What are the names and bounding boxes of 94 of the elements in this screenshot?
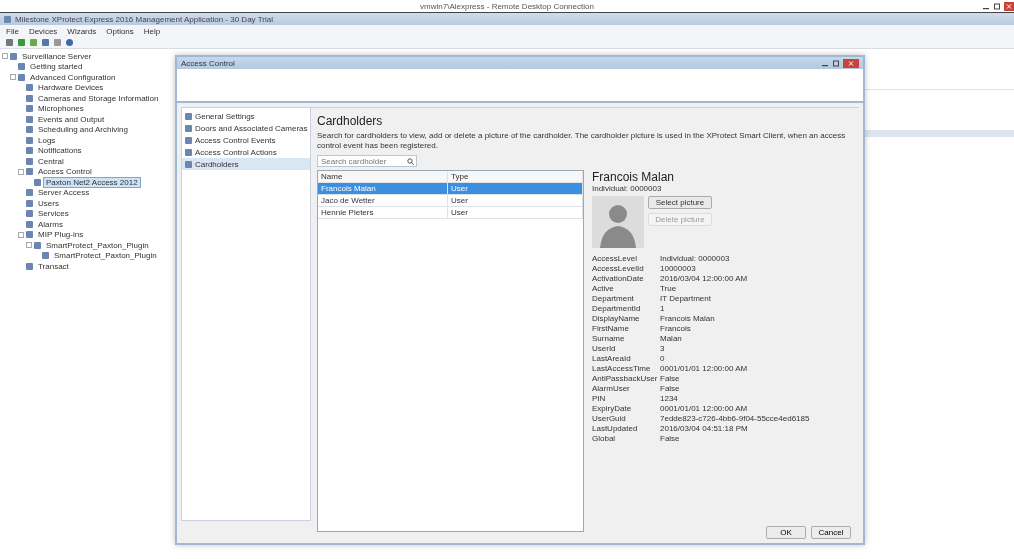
property-name: AccessLevelId (592, 264, 645, 273)
person-silhouette-icon (592, 196, 644, 248)
menu-item[interactable]: File (6, 26, 19, 36)
property-value: 10000003 (660, 264, 697, 273)
property-value: 1234 (660, 394, 679, 403)
property-name: DisplayName (592, 314, 641, 323)
tree-item[interactable]: Scheduling and Archiving (35, 124, 131, 136)
dialog-button[interactable]: OK (766, 525, 806, 539)
table-row[interactable]: Hennie Pieters User (318, 207, 583, 219)
property-name: UserId (592, 344, 617, 353)
property-name: DepartmentId (592, 304, 642, 313)
menu-item[interactable]: Devices (28, 26, 58, 36)
nav-item[interactable]: General Settings (182, 110, 310, 122)
tree-item[interactable]: Events and Output (35, 113, 108, 125)
column-header[interactable]: Name (318, 171, 448, 182)
property-value: 0001/01/01 12:00:00 AM (660, 364, 749, 373)
property-value: Malan (660, 334, 683, 343)
property-name: Active (592, 284, 615, 293)
dialog-title: Access Control (181, 58, 235, 68)
property-value: 1 (660, 304, 666, 313)
close-icon[interactable] (1004, 1, 1014, 11)
tree-item[interactable]: Central (35, 155, 67, 167)
property-value: Francois Malan (660, 314, 716, 323)
table-row[interactable]: Jaco de Wetter User (318, 195, 583, 207)
tree-item[interactable]: Advanced Configuration (27, 71, 119, 83)
tree-item[interactable]: Services (35, 208, 72, 220)
property-name: Surname (592, 334, 626, 343)
property-name: LastAreaId (592, 354, 632, 363)
tree-item[interactable]: Logs (35, 134, 59, 146)
nav-item[interactable]: Access Control Actions (182, 146, 310, 158)
property-value: Francois (660, 324, 692, 333)
property-value: IT Department (660, 294, 712, 303)
app-title: Milestone XProtect Express 2016 Management Application - 30 Day Trial (15, 14, 273, 24)
close-icon[interactable] (843, 58, 859, 68)
tree-item[interactable]: Paxton Net2 Access 2012 (43, 176, 141, 188)
dialog-button[interactable]: Cancel (811, 525, 851, 539)
menu-item[interactable]: Options (106, 26, 134, 36)
tree-item[interactable]: Transact (35, 260, 72, 272)
search-icon (407, 157, 414, 165)
nav-item[interactable]: Access Control Events (182, 134, 310, 146)
window-title: vmwin7\Alexpress - Remote Desktop Connection (420, 1, 594, 11)
property-name: ExpiryDate (592, 404, 633, 413)
property-value: False (660, 374, 681, 383)
tree-item[interactable]: Alarms (35, 218, 66, 230)
tree-item[interactable]: SmartProtect_Paxton_Plugin (43, 239, 152, 251)
property-value: 2016/03/04 12:00:00 AM (660, 274, 749, 283)
property-value: 7edde823-c726-4bb6-9f04-55cce4ed6185 (660, 414, 810, 423)
description-text: Search for cardholders to view, add or delete a picture of the cardholder. The cardholder picture is used in the XProtect Smart Client, when an access control event has been registered. (317, 131, 847, 151)
cardholder-subtitle: Individual: 0000003 (592, 184, 663, 193)
expander-icon[interactable] (10, 74, 16, 81)
tree-item[interactable]: Getting started (27, 61, 86, 73)
maximize-icon[interactable] (832, 58, 840, 68)
column-header[interactable]: Type (448, 171, 583, 182)
property-name: ActivationDate (592, 274, 645, 283)
property-name: PIN (592, 394, 607, 403)
property-value: Individual: 0000003 (660, 254, 731, 263)
tree-item[interactable]: Access Control (35, 166, 95, 178)
tree-item[interactable]: Server Access (35, 187, 93, 199)
property-value: 0 (660, 354, 666, 363)
app-icon (4, 15, 11, 23)
property-name: AntiPassbackUser (592, 374, 659, 383)
maximize-icon[interactable] (993, 1, 1001, 11)
nav-item[interactable]: Doors and Associated Cameras (182, 122, 310, 134)
tree-item[interactable]: Hardware Devices (35, 82, 107, 94)
property-name: LastAccessTime (592, 364, 652, 373)
property-value: False (660, 434, 681, 443)
property-name: Global (592, 434, 617, 443)
property-value: 0001/01/01 12:00:00 AM (660, 404, 749, 413)
property-name: LastUpdated (592, 424, 639, 433)
menu-item[interactable]: Wizards (67, 26, 97, 36)
property-name: AccessLevel (592, 254, 638, 263)
tree-item[interactable]: Surveillance Server (19, 50, 95, 62)
search-field[interactable]: Search cardholder (317, 155, 417, 167)
property-name: Department (592, 294, 635, 303)
property-value: 3 (660, 344, 666, 353)
tree-item[interactable]: MIP Plug-ins (35, 229, 87, 241)
nav-item[interactable]: Cardholders (182, 158, 310, 170)
property-name: UserGuid (592, 414, 627, 423)
tree-item[interactable]: Notifications (35, 145, 85, 157)
property-name: AlarmUser (592, 384, 631, 393)
tree-item[interactable]: Cameras and Storage Information (35, 92, 162, 104)
property-value: True (660, 284, 678, 293)
expander-icon[interactable] (18, 168, 24, 175)
picture-button[interactable]: Select picture (648, 196, 712, 209)
tree-item[interactable]: SmartProtect_Paxton_Plugin (51, 250, 160, 262)
property-name: FirstName (592, 324, 630, 333)
property-value: False (660, 384, 681, 393)
tree-item[interactable]: Microphones (35, 103, 87, 115)
menu-item[interactable]: Help (143, 26, 161, 36)
expander-icon[interactable] (2, 53, 8, 60)
tree-item[interactable]: Users (35, 197, 62, 209)
property-value: 2016/03/04 04:51:18 PM (660, 424, 749, 433)
cardholder-name: Francois Malan (592, 170, 676, 184)
section-heading: Cardholders (317, 114, 384, 128)
